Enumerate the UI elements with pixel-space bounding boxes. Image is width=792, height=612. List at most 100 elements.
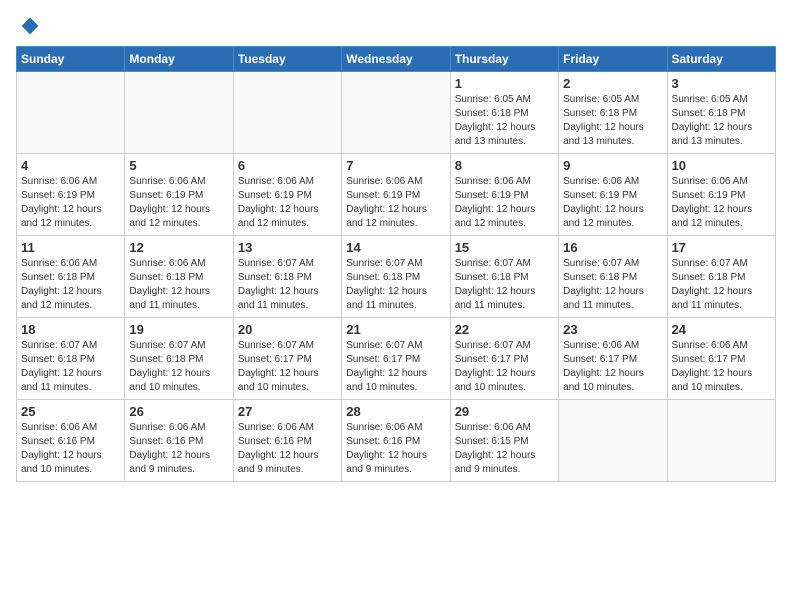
day-number: 5 <box>129 158 228 173</box>
day-info: Sunrise: 6:06 AMSunset: 6:16 PMDaylight:… <box>346 421 445 477</box>
day-number: 28 <box>346 404 445 419</box>
calendar-cell: 14 Sunrise: 6:07 AMSunset: 6:18 PMDayligh… <box>342 236 450 318</box>
calendar-cell <box>125 72 233 154</box>
day-number: 1 <box>455 76 554 91</box>
day-number: 16 <box>563 240 662 255</box>
calendar-week-4: 18 Sunrise: 6:07 AMSunset: 6:18 PMDayligh… <box>17 318 776 400</box>
day-number: 22 <box>455 322 554 337</box>
day-info: Sunrise: 6:06 AMSunset: 6:19 PMDaylight:… <box>238 175 337 231</box>
day-info: Sunrise: 6:07 AMSunset: 6:17 PMDaylight:… <box>346 339 445 395</box>
logo <box>16 16 40 36</box>
day-info: Sunrise: 6:06 AMSunset: 6:18 PMDaylight:… <box>21 257 120 313</box>
day-number: 3 <box>672 76 771 91</box>
day-number: 20 <box>238 322 337 337</box>
calendar-table: SundayMondayTuesdayWednesdayThursdayFrid… <box>16 46 776 482</box>
calendar-cell: 28 Sunrise: 6:06 AMSunset: 6:16 PMDayligh… <box>342 400 450 482</box>
calendar-cell: 29 Sunrise: 6:06 AMSunset: 6:15 PMDayligh… <box>450 400 558 482</box>
calendar-cell: 3 Sunrise: 6:05 AMSunset: 6:18 PMDaylight… <box>667 72 775 154</box>
calendar-cell: 4 Sunrise: 6:06 AMSunset: 6:19 PMDaylight… <box>17 154 125 236</box>
calendar-cell <box>17 72 125 154</box>
header-day-sunday: Sunday <box>17 47 125 72</box>
day-number: 8 <box>455 158 554 173</box>
day-info: Sunrise: 6:06 AMSunset: 6:16 PMDaylight:… <box>129 421 228 477</box>
day-number: 15 <box>455 240 554 255</box>
day-info: Sunrise: 6:06 AMSunset: 6:19 PMDaylight:… <box>346 175 445 231</box>
day-number: 7 <box>346 158 445 173</box>
day-number: 9 <box>563 158 662 173</box>
header-day-friday: Friday <box>559 47 667 72</box>
calendar-week-3: 11 Sunrise: 6:06 AMSunset: 6:18 PMDayligh… <box>17 236 776 318</box>
calendar-cell <box>667 400 775 482</box>
day-number: 12 <box>129 240 228 255</box>
calendar-cell <box>559 400 667 482</box>
day-number: 18 <box>21 322 120 337</box>
calendar-cell: 26 Sunrise: 6:06 AMSunset: 6:16 PMDayligh… <box>125 400 233 482</box>
calendar-cell: 17 Sunrise: 6:07 AMSunset: 6:18 PMDayligh… <box>667 236 775 318</box>
day-number: 23 <box>563 322 662 337</box>
day-info: Sunrise: 6:06 AMSunset: 6:19 PMDaylight:… <box>129 175 228 231</box>
calendar-cell: 7 Sunrise: 6:06 AMSunset: 6:19 PMDaylight… <box>342 154 450 236</box>
day-number: 13 <box>238 240 337 255</box>
day-info: Sunrise: 6:07 AMSunset: 6:18 PMDaylight:… <box>21 339 120 395</box>
day-number: 6 <box>238 158 337 173</box>
calendar-cell: 25Sunrise: 6:06 AMSunset: 6:16 PMDayligh… <box>17 400 125 482</box>
header-day-thursday: Thursday <box>450 47 558 72</box>
day-number: 29 <box>455 404 554 419</box>
day-info: Sunrise: 6:07 AMSunset: 6:17 PMDaylight:… <box>455 339 554 395</box>
day-info: Sunrise: 6:06 AMSunset: 6:19 PMDaylight:… <box>21 175 120 231</box>
calendar-cell: 24Sunrise: 6:06 AMSunset: 6:17 PMDayligh… <box>667 318 775 400</box>
page-header <box>16 16 776 36</box>
calendar-cell <box>342 72 450 154</box>
day-info: Sunrise: 6:05 AMSunset: 6:18 PMDaylight:… <box>455 93 554 149</box>
day-info: Sunrise: 6:07 AMSunset: 6:17 PMDaylight:… <box>238 339 337 395</box>
day-info: Sunrise: 6:07 AMSunset: 6:18 PMDaylight:… <box>346 257 445 313</box>
calendar-cell: 6 Sunrise: 6:06 AMSunset: 6:19 PMDaylight… <box>233 154 341 236</box>
day-info: Sunrise: 6:06 AMSunset: 6:19 PMDaylight:… <box>672 175 771 231</box>
day-number: 14 <box>346 240 445 255</box>
day-number: 26 <box>129 404 228 419</box>
day-number: 10 <box>672 158 771 173</box>
day-info: Sunrise: 6:07 AMSunset: 6:18 PMDaylight:… <box>238 257 337 313</box>
calendar-cell: 5 Sunrise: 6:06 AMSunset: 6:19 PMDaylight… <box>125 154 233 236</box>
day-number: 25 <box>21 404 120 419</box>
day-info: Sunrise: 6:06 AMSunset: 6:16 PMDaylight:… <box>238 421 337 477</box>
calendar-cell: 18 Sunrise: 6:07 AMSunset: 6:18 PMDayligh… <box>17 318 125 400</box>
calendar-cell: 16Sunrise: 6:07 AMSunset: 6:18 PMDayligh… <box>559 236 667 318</box>
day-info: Sunrise: 6:07 AMSunset: 6:18 PMDaylight:… <box>672 257 771 313</box>
calendar-cell: 15 Sunrise: 6:07 AMSunset: 6:18 PMDayligh… <box>450 236 558 318</box>
day-info: Sunrise: 6:06 AMSunset: 6:17 PMDaylight:… <box>672 339 771 395</box>
day-info: Sunrise: 6:05 AMSunset: 6:18 PMDaylight:… <box>563 93 662 149</box>
day-number: 27 <box>238 404 337 419</box>
day-info: Sunrise: 6:06 AMSunset: 6:15 PMDaylight:… <box>455 421 554 477</box>
calendar-cell: 23 Sunrise: 6:06 AMSunset: 6:17 PMDayligh… <box>559 318 667 400</box>
calendar-cell: 10 Sunrise: 6:06 AMSunset: 6:19 PMDayligh… <box>667 154 775 236</box>
day-info: Sunrise: 6:07 AMSunset: 6:18 PMDaylight:… <box>455 257 554 313</box>
calendar-cell: 22 Sunrise: 6:07 AMSunset: 6:17 PMDayligh… <box>450 318 558 400</box>
calendar-header-row: SundayMondayTuesdayWednesdayThursdayFrid… <box>17 47 776 72</box>
calendar-week-5: 25 Sunrise: 6:06 AMSunset: 6:16 PMDayligh… <box>17 400 776 482</box>
day-number: 4 <box>21 158 120 173</box>
day-number: 17 <box>672 240 771 255</box>
day-number: 2 <box>563 76 662 91</box>
day-number: 19 <box>129 322 228 337</box>
day-number: 11 <box>21 240 120 255</box>
day-info: Sunrise: 6:06 AMSunset: 6:18 PMDaylight:… <box>129 257 228 313</box>
calendar-cell: 2 Sunrise: 6:05 AMSunset: 6:18 PMDaylight… <box>559 72 667 154</box>
day-info: Sunrise: 6:06 AMSunset: 6:17 PMDaylight:… <box>563 339 662 395</box>
calendar-cell: 21 Sunrise: 6:07 AMSunset: 6:17 PMDayligh… <box>342 318 450 400</box>
calendar-cell: 11 Sunrise: 6:06 AMSunset: 6:18 PMDayligh… <box>17 236 125 318</box>
day-info: Sunrise: 6:06 AMSunset: 6:19 PMDaylight:… <box>563 175 662 231</box>
header-day-monday: Monday <box>125 47 233 72</box>
calendar-cell: 12 Sunrise: 6:06 AMSunset: 6:18 PMDayligh… <box>125 236 233 318</box>
calendar-cell: 27 Sunrise: 6:06 AMSunset: 6:16 PMDayligh… <box>233 400 341 482</box>
header-day-tuesday: Tuesday <box>233 47 341 72</box>
calendar-cell <box>233 72 341 154</box>
calendar-cell: 8 Sunrise: 6:06 AMSunset: 6:19 PMDaylight… <box>450 154 558 236</box>
header-day-wednesday: Wednesday <box>342 47 450 72</box>
day-number: 21 <box>346 322 445 337</box>
calendar-week-1: 1 Sunrise: 6:05 AMSunset: 6:18 PMDaylight… <box>17 72 776 154</box>
day-info: Sunrise: 6:05 AMSunset: 6:18 PMDaylight:… <box>672 93 771 149</box>
day-info: Sunrise: 6:06 AMSunset: 6:19 PMDaylight:… <box>455 175 554 231</box>
calendar-cell: 19Sunrise: 6:07 AMSunset: 6:18 PMDayligh… <box>125 318 233 400</box>
header-day-saturday: Saturday <box>667 47 775 72</box>
